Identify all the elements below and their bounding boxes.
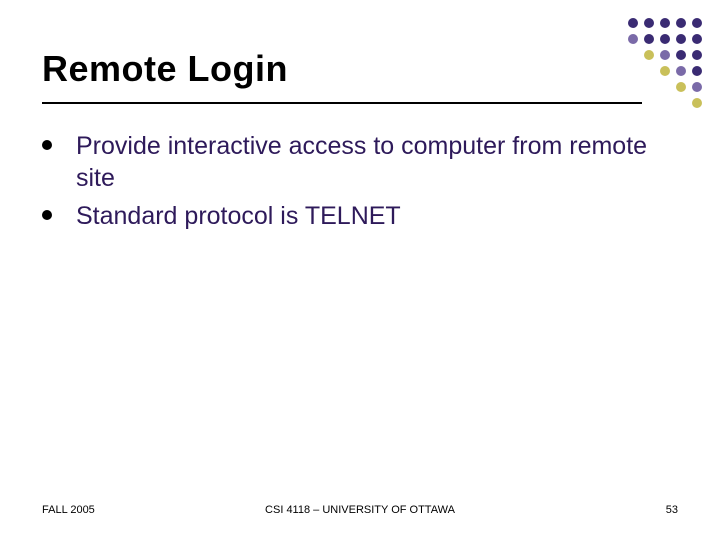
deco-dot-icon (676, 18, 686, 28)
deco-dot-icon (676, 82, 686, 92)
title-wrap: Remote Login (42, 48, 660, 90)
content-area: Provide interactive access to computer f… (42, 130, 660, 238)
deco-dot-icon (676, 66, 686, 76)
deco-dot-icon (660, 50, 670, 60)
deco-dot-icon (676, 50, 686, 60)
deco-dot-icon (692, 34, 702, 44)
deco-dot-icon (660, 34, 670, 44)
bullet-text: Provide interactive access to computer f… (76, 130, 660, 194)
deco-row (622, 18, 702, 28)
bullet-icon (42, 140, 52, 150)
footer-page-number: 53 (666, 504, 678, 516)
deco-dot-icon (644, 34, 654, 44)
list-item: Standard protocol is TELNET (42, 200, 660, 232)
deco-row (622, 34, 702, 44)
deco-dot-icon (692, 82, 702, 92)
deco-dot-icon (628, 18, 638, 28)
deco-dot-icon (676, 34, 686, 44)
deco-dot-icon (660, 18, 670, 28)
deco-dot-icon (692, 50, 702, 60)
slide: Remote Login Provide interactive access … (0, 0, 720, 540)
bullet-text: Standard protocol is TELNET (76, 200, 401, 232)
deco-dot-icon (692, 66, 702, 76)
deco-dot-icon (692, 98, 702, 108)
bullet-icon (42, 210, 52, 220)
deco-dot-icon (692, 18, 702, 28)
deco-dot-icon (628, 34, 638, 44)
footer-center: CSI 4118 – UNIVERSITY OF OTTAWA (42, 504, 678, 516)
deco-dot-icon (644, 18, 654, 28)
list-item: Provide interactive access to computer f… (42, 130, 660, 194)
slide-title: Remote Login (42, 48, 660, 90)
title-underline (42, 102, 642, 104)
bullet-list: Provide interactive access to computer f… (42, 130, 660, 232)
deco-dot-icon (660, 66, 670, 76)
